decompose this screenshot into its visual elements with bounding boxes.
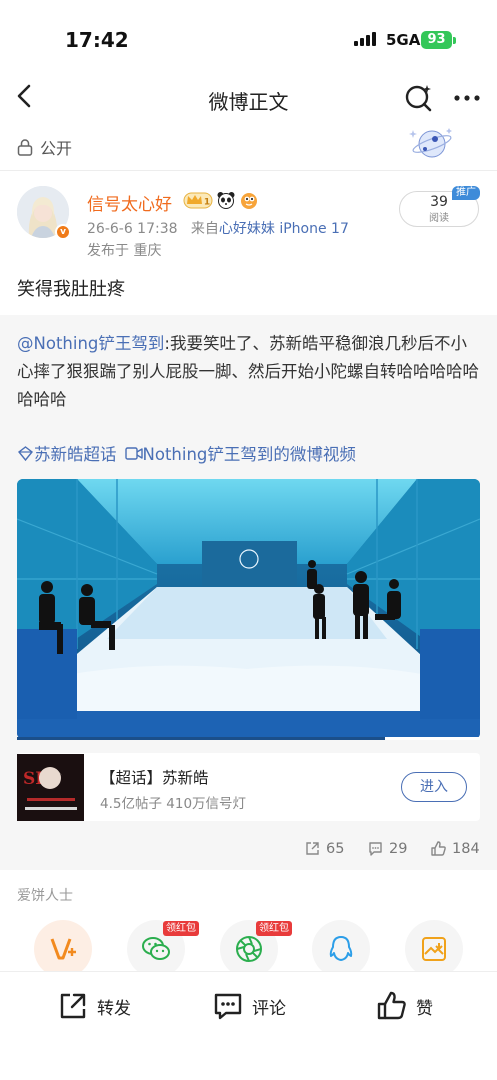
repost-label: 转发: [97, 998, 131, 1019]
lock-icon: [17, 139, 33, 156]
comment-icon: [369, 842, 382, 856]
post-time: 26-6-6 17:38: [87, 221, 178, 237]
svg-text:1: 1: [204, 198, 210, 208]
visibility-label: 公开: [40, 139, 73, 158]
repost-stat[interactable]: 65: [304, 840, 344, 857]
search-icon[interactable]: [403, 82, 435, 114]
moments-icon: [236, 936, 262, 962]
v-plus-icon: [50, 938, 76, 960]
like-label: 赞: [416, 998, 433, 1019]
redpack-tag-2: 领红包: [256, 921, 292, 936]
user-badges: 1: [183, 190, 259, 210]
panda-icon: [217, 192, 235, 209]
repost-mention[interactable]: @Nothing铲王驾到: [17, 334, 164, 353]
topic-link[interactable]: 苏新皓超话: [34, 441, 117, 465]
like-button[interactable]: 赞: [376, 990, 433, 1022]
post-text: 笑得我肚肚疼: [17, 279, 125, 300]
signal-icon: [354, 32, 376, 46]
comment-button[interactable]: 评论: [212, 990, 286, 1022]
more-icon[interactable]: [452, 84, 482, 112]
video-frame: [17, 479, 480, 739]
battery-cap: [453, 37, 456, 44]
like-stat[interactable]: 184: [430, 840, 480, 857]
repost-icon: [60, 993, 86, 1019]
repost-text: @Nothing铲王驾到:我要笑吐了、苏新皓平稳御浪几秒后不小心摔了狠狠踹了别人…: [17, 330, 483, 414]
comment-label: 评论: [252, 998, 286, 1019]
like-count: 184: [452, 840, 480, 857]
source-prefix: 来自: [190, 221, 219, 237]
battery-icon: 93: [421, 31, 452, 49]
supertopic-icon: [18, 445, 33, 461]
share-save-image[interactable]: [405, 920, 463, 978]
video-player[interactable]: [17, 479, 480, 739]
topic-row: 苏新皓超话 Nothing铲王驾到的微博视频: [17, 441, 356, 465]
video-link[interactable]: Nothing铲王驾到的微博视频: [143, 441, 356, 465]
repost-button[interactable]: 转发: [57, 990, 131, 1022]
divider: [0, 170, 497, 171]
verified-badge-icon: v: [55, 224, 71, 240]
status-bar: 17:42 5GA 93: [0, 0, 497, 70]
post-location: 发布于 重庆: [87, 243, 162, 259]
status-time: 17:42: [65, 28, 129, 52]
globe-decoration-icon: [409, 128, 452, 158]
promo-tag: 推广: [452, 186, 480, 200]
save-image-icon: [422, 937, 446, 961]
qq-icon: [329, 936, 353, 961]
repost-icon: [306, 842, 319, 855]
post-meta: 26-6-6 17:38 来自心好妹妹 iPhone 17: [87, 218, 349, 238]
supertopic-subtitle: 4.5亿帖子 410万信号灯: [100, 796, 247, 812]
comment-icon: [214, 993, 242, 1020]
visibility-row: 公开: [16, 132, 72, 162]
wechat-icon: [142, 937, 170, 960]
supertopic-card[interactable]: SE 【超话】苏新皓 4.5亿帖子 410万信号灯 进入: [17, 753, 480, 821]
video-progress-remaining: [385, 737, 480, 740]
username[interactable]: 信号太心好: [87, 190, 172, 215]
post-source[interactable]: 心好妹妹 iPhone 17: [219, 221, 349, 237]
crown-level-icon: 1: [183, 192, 213, 209]
supertopic-title: 【超话】苏新皓: [100, 769, 209, 787]
repost-count: 65: [326, 840, 345, 857]
share-qq[interactable]: [312, 920, 370, 978]
network-type: 5GA: [386, 31, 421, 49]
fan-badge-icon: [241, 193, 257, 209]
comment-count: 29: [389, 840, 408, 857]
like-icon: [431, 841, 446, 856]
share-section-label: 爱饼人士: [17, 888, 73, 904]
video-link-icon: [124, 446, 143, 460]
supertopic-thumbnail: SE: [17, 754, 84, 821]
redpack-tag: 领红包: [163, 921, 199, 936]
comment-stat[interactable]: 29: [367, 840, 407, 857]
nav-bar: 微博正文: [0, 70, 497, 125]
share-weibo-fans[interactable]: [34, 920, 92, 978]
thumbs-up-icon: [377, 991, 406, 1020]
bottom-action-bar: 转发 评论 赞: [0, 971, 497, 1080]
enter-button[interactable]: 进入: [401, 772, 467, 802]
read-label: 阅读: [429, 213, 449, 224]
